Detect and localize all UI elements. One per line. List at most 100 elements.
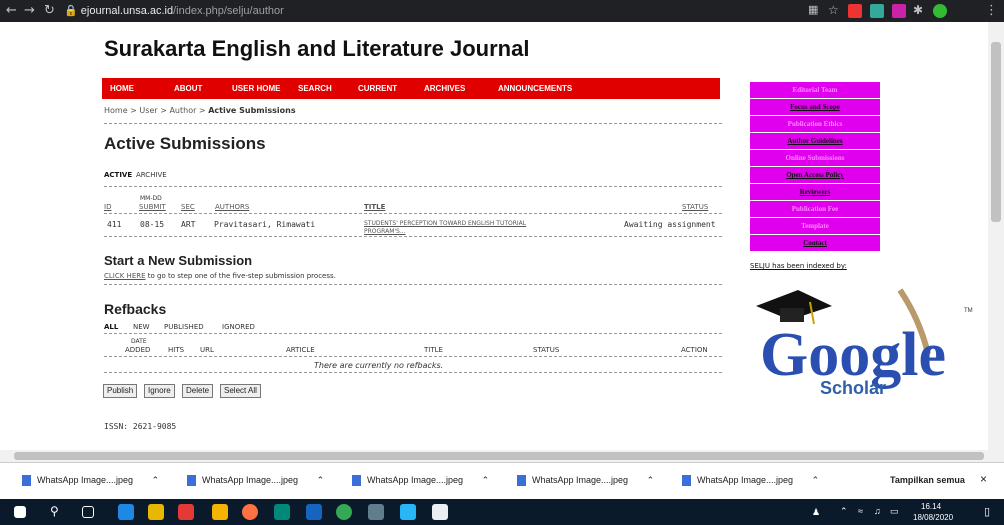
app-icon[interactable] [400, 504, 416, 520]
extension-icon[interactable] [892, 4, 906, 18]
breadcrumb-author[interactable]: Author [169, 106, 196, 115]
breadcrumb-user[interactable]: User [139, 106, 157, 115]
menu-user-home[interactable]: USER HOME [232, 84, 280, 93]
filter-all[interactable]: ALL [104, 323, 118, 331]
google-scholar-logo[interactable]: Google Scholar TM [750, 270, 978, 400]
col-sec[interactable]: SEC [181, 203, 195, 211]
filter-ignored[interactable]: IGNORED [222, 323, 255, 331]
horizontal-scrollbar[interactable] [0, 450, 1004, 462]
people-icon[interactable]: ♟ [812, 507, 820, 518]
windows-start-icon[interactable] [14, 506, 26, 518]
menu-search[interactable]: SEARCH [298, 84, 332, 93]
avatar[interactable] [933, 4, 947, 18]
forward-icon[interactable]: → [24, 3, 35, 18]
menu-archives[interactable]: ARCHIVES [424, 84, 465, 93]
col-id[interactable]: ID [104, 203, 111, 211]
word-icon[interactable] [306, 504, 322, 520]
chevron-up-icon[interactable]: ⌃ [152, 475, 160, 485]
edge-icon[interactable] [118, 504, 134, 520]
puzzle-icon[interactable]: ✱ [913, 3, 923, 17]
submission-title-link-cont[interactable]: PROGRAM'S... [364, 228, 406, 235]
bookmark-star-icon[interactable]: ☆ [828, 3, 839, 17]
store-icon[interactable] [148, 504, 164, 520]
breadcrumb-home[interactable]: Home [104, 106, 128, 115]
search-icon[interactable]: ⚲ [50, 504, 66, 520]
ignore-button[interactable]: Ignore [144, 384, 175, 398]
sidebar-item-author-guidelines[interactable]: Author Guidelines [750, 133, 880, 150]
col-date-submit[interactable]: SUBMIT [139, 203, 166, 211]
chevron-up-icon[interactable]: ⌃ [647, 475, 655, 485]
url-domain: ejournal.unsa.ac.id [80, 5, 174, 17]
col-authors[interactable]: AUTHORS [215, 203, 249, 211]
breadcrumb-current: Active Submissions [208, 106, 296, 115]
wifi-icon[interactable]: ≈ [858, 506, 863, 516]
translate-icon[interactable]: ▦ [808, 3, 818, 16]
chevron-up-icon[interactable]: ⌃ [482, 475, 490, 485]
menu-about[interactable]: ABOUT [174, 84, 202, 93]
col-status[interactable]: STATUS [682, 203, 708, 211]
tab-active[interactable]: ACTIVE [104, 171, 132, 179]
sidebar-item-online-submissions[interactable]: Online Submissions [750, 150, 880, 167]
back-icon[interactable]: ← [6, 3, 17, 18]
menu-announcements[interactable]: ANNOUNCEMENTS [498, 84, 572, 93]
download-item[interactable]: WhatsApp Image....jpeg ⌃ [682, 475, 819, 491]
close-icon[interactable]: × [980, 472, 987, 488]
download-item[interactable]: WhatsApp Image....jpeg ⌃ [187, 475, 324, 491]
click-here-link[interactable]: CLICK HERE [104, 272, 146, 280]
vertical-scrollbar[interactable] [988, 22, 1004, 450]
download-item[interactable]: WhatsApp Image....jpeg ⌃ [517, 475, 654, 491]
sidebar-item-focus-scope[interactable]: Focus and Scope [750, 99, 880, 116]
indexed-by-text: SELJU has been indexed by: [750, 262, 847, 270]
sidebar-item-reviewers[interactable]: Reviewers [750, 184, 880, 201]
download-item[interactable]: WhatsApp Image....jpeg ⌃ [22, 475, 159, 491]
app-icon[interactable] [274, 504, 290, 520]
horizontal-scroll-thumb[interactable] [14, 452, 984, 460]
delete-button[interactable]: Delete [182, 384, 214, 398]
ref-col-date-added: ADDED [125, 346, 151, 354]
battery-icon[interactable]: ▭ [890, 506, 899, 517]
download-item[interactable]: WhatsApp Image....jpeg ⌃ [352, 475, 489, 491]
sidebar-item-contact[interactable]: Contact [750, 235, 880, 252]
browser-toolbar: ← → ↻ 🔒 ejournal.unsa.ac.id/index.php/se… [0, 0, 1004, 22]
filter-new[interactable]: NEW [133, 323, 150, 331]
file-explorer-icon[interactable] [212, 504, 228, 520]
sidebar-item-open-access[interactable]: Open Access Policy [750, 167, 880, 184]
publish-button[interactable]: Publish [103, 384, 138, 398]
chrome-icon[interactable] [336, 504, 352, 520]
divider [104, 284, 722, 285]
divider [104, 213, 722, 214]
tab-archive[interactable]: ARCHIVE [136, 171, 167, 179]
sidebar-item-template[interactable]: Template [750, 218, 880, 235]
task-view-icon[interactable] [82, 506, 94, 518]
vertical-scroll-thumb[interactable] [991, 42, 1001, 222]
submission-title-link[interactable]: STUDENTS' PERCEPTION TOWARD ENGLISH TUTO… [364, 220, 526, 227]
menu-current[interactable]: CURRENT [358, 84, 397, 93]
firefox-icon[interactable] [242, 504, 258, 520]
refbacks-heading: Refbacks [104, 301, 167, 317]
breadcrumb: Home > User > Author > Active Submission… [104, 106, 296, 115]
reload-icon[interactable]: ↻ [44, 3, 55, 18]
app-icon[interactable] [368, 504, 384, 520]
col-title[interactable]: TITLE [364, 203, 385, 211]
sidebar-item-publication-fee[interactable]: Publication Fee [750, 201, 880, 218]
sidebar-item-publication-ethics[interactable]: Publication Ethics [750, 116, 880, 133]
filter-published[interactable]: PUBLISHED [164, 323, 204, 331]
clock-time[interactable]: 16.14 [921, 502, 941, 511]
photos-icon[interactable] [432, 504, 448, 520]
volume-icon[interactable]: ♫ [874, 506, 881, 516]
kebab-menu-icon[interactable]: ⋮ [985, 3, 998, 18]
select-all-button[interactable]: Select All [220, 384, 261, 398]
app-icon[interactable] [178, 504, 194, 520]
notification-icon[interactable]: ▯ [984, 505, 990, 518]
show-all-button[interactable]: Tampilkan semua [890, 475, 965, 491]
sidebar-item-editorial-team[interactable]: Editorial Team [750, 82, 880, 99]
clock-date[interactable]: 18/08/2020 [913, 513, 953, 522]
extension-icon[interactable] [870, 4, 884, 18]
menu-home[interactable]: HOME [110, 84, 134, 93]
chevron-up-icon[interactable]: ⌃ [812, 475, 820, 485]
tray-chevron-icon[interactable]: ⌃ [840, 506, 848, 517]
ref-col-article: ARTICLE [286, 346, 315, 354]
address-bar[interactable]: 🔒 ejournal.unsa.ac.id/index.php/selju/au… [64, 4, 284, 17]
chevron-up-icon[interactable]: ⌃ [317, 475, 325, 485]
extension-icon[interactable] [848, 4, 862, 18]
